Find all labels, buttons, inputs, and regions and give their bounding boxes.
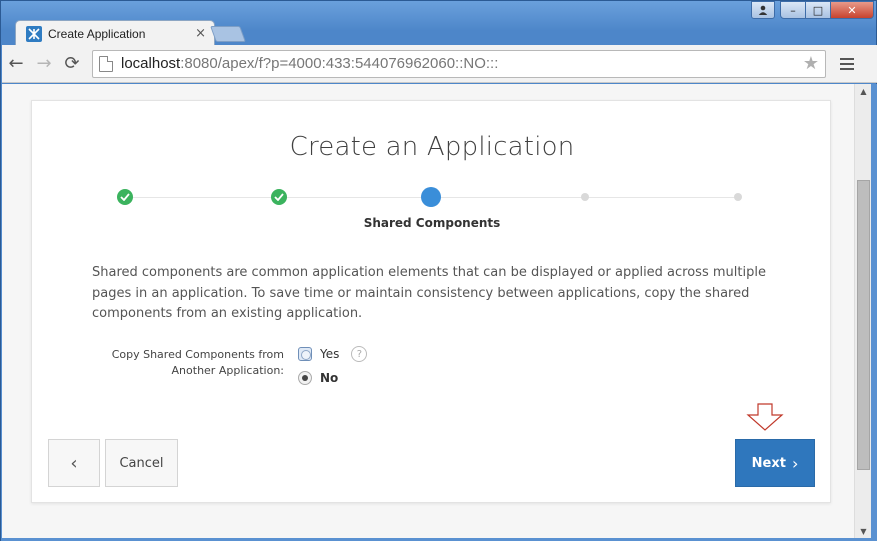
page-viewport: Create an Application Shared Components … bbox=[2, 84, 854, 538]
tab-title: Create Application bbox=[48, 26, 146, 41]
field-label-line-1: Copy Shared Components from bbox=[111, 348, 284, 361]
option-no-label: No bbox=[320, 371, 339, 385]
radio-yes[interactable] bbox=[298, 347, 312, 361]
vertical-scrollbar[interactable]: ▲ ▼ bbox=[854, 84, 871, 538]
next-button[interactable]: Next › bbox=[735, 439, 815, 487]
page-title: Create an Application bbox=[289, 132, 575, 162]
help-icon[interactable]: ? bbox=[351, 346, 368, 362]
scroll-up-icon[interactable]: ▲ bbox=[855, 84, 872, 98]
window-frame-right bbox=[871, 84, 877, 541]
option-yes-label: Yes bbox=[320, 347, 340, 361]
step-3-current-marker bbox=[421, 187, 441, 207]
bookmark-star-icon[interactable]: ★ bbox=[803, 53, 819, 74]
back-nav-icon[interactable]: ← bbox=[2, 50, 30, 78]
tab-close-icon[interactable]: × bbox=[195, 26, 206, 41]
window-controls: – □ ✕ bbox=[751, 1, 874, 21]
step-1-complete-icon bbox=[117, 189, 133, 205]
reload-icon[interactable]: ⟳ bbox=[58, 50, 86, 78]
current-step-label: Shared Components bbox=[363, 216, 501, 230]
scroll-down-icon[interactable]: ▼ bbox=[855, 524, 872, 538]
browser-menu-icon[interactable] bbox=[836, 53, 858, 75]
apex-favicon-icon bbox=[26, 25, 42, 42]
radio-no-selected[interactable] bbox=[298, 371, 312, 385]
down-arrow-annotation-icon bbox=[746, 403, 784, 431]
wizard-card: Create an Application Shared Components … bbox=[31, 100, 831, 503]
copy-shared-components-label: Copy Shared Components from Another Appl… bbox=[92, 347, 284, 379]
minimize-button[interactable]: – bbox=[780, 1, 806, 19]
url-host: localhost bbox=[121, 55, 181, 72]
tab-create-application[interactable]: Create Application × bbox=[15, 20, 215, 46]
option-yes[interactable]: Yes ? bbox=[298, 346, 368, 362]
new-tab-button[interactable] bbox=[210, 26, 246, 42]
chevron-right-icon: › bbox=[791, 453, 799, 473]
next-button-label: Next bbox=[751, 455, 786, 471]
step-2-complete-icon bbox=[271, 189, 287, 205]
url-path: :8080/apex/f?p=4000:433:544076962060::NO… bbox=[180, 55, 499, 72]
page-info-icon[interactable] bbox=[99, 55, 113, 72]
step-5-pending-marker bbox=[734, 193, 742, 201]
previous-button[interactable]: ‹ bbox=[48, 439, 100, 487]
maximize-button[interactable]: □ bbox=[805, 1, 831, 19]
address-bar[interactable]: localhost:8080/apex/f?p=4000:433:5440769… bbox=[92, 49, 826, 78]
url-text: localhost:8080/apex/f?p=4000:433:5440769… bbox=[121, 55, 498, 72]
tab-strip: Create Application × – □ ✕ bbox=[1, 1, 877, 46]
user-profile-icon[interactable] bbox=[751, 1, 775, 19]
forward-nav-icon[interactable]: → bbox=[30, 50, 58, 78]
step-4-pending-marker bbox=[581, 193, 589, 201]
browser-toolbar: ← → ⟳ localhost:8080/apex/f?p=4000:433:5… bbox=[2, 45, 877, 83]
option-no[interactable]: No bbox=[298, 371, 338, 385]
step-description: Shared components are common application… bbox=[92, 265, 766, 321]
close-window-button[interactable]: ✕ bbox=[830, 1, 874, 19]
browser-window: Create Application × – □ ✕ ← → ⟳ localho… bbox=[0, 0, 877, 541]
scrollbar-thumb[interactable] bbox=[857, 180, 870, 470]
wizard-progress: Shared Components bbox=[32, 187, 832, 237]
cancel-button[interactable]: Cancel bbox=[105, 439, 178, 487]
field-label-line-2: Another Application: bbox=[171, 364, 284, 377]
